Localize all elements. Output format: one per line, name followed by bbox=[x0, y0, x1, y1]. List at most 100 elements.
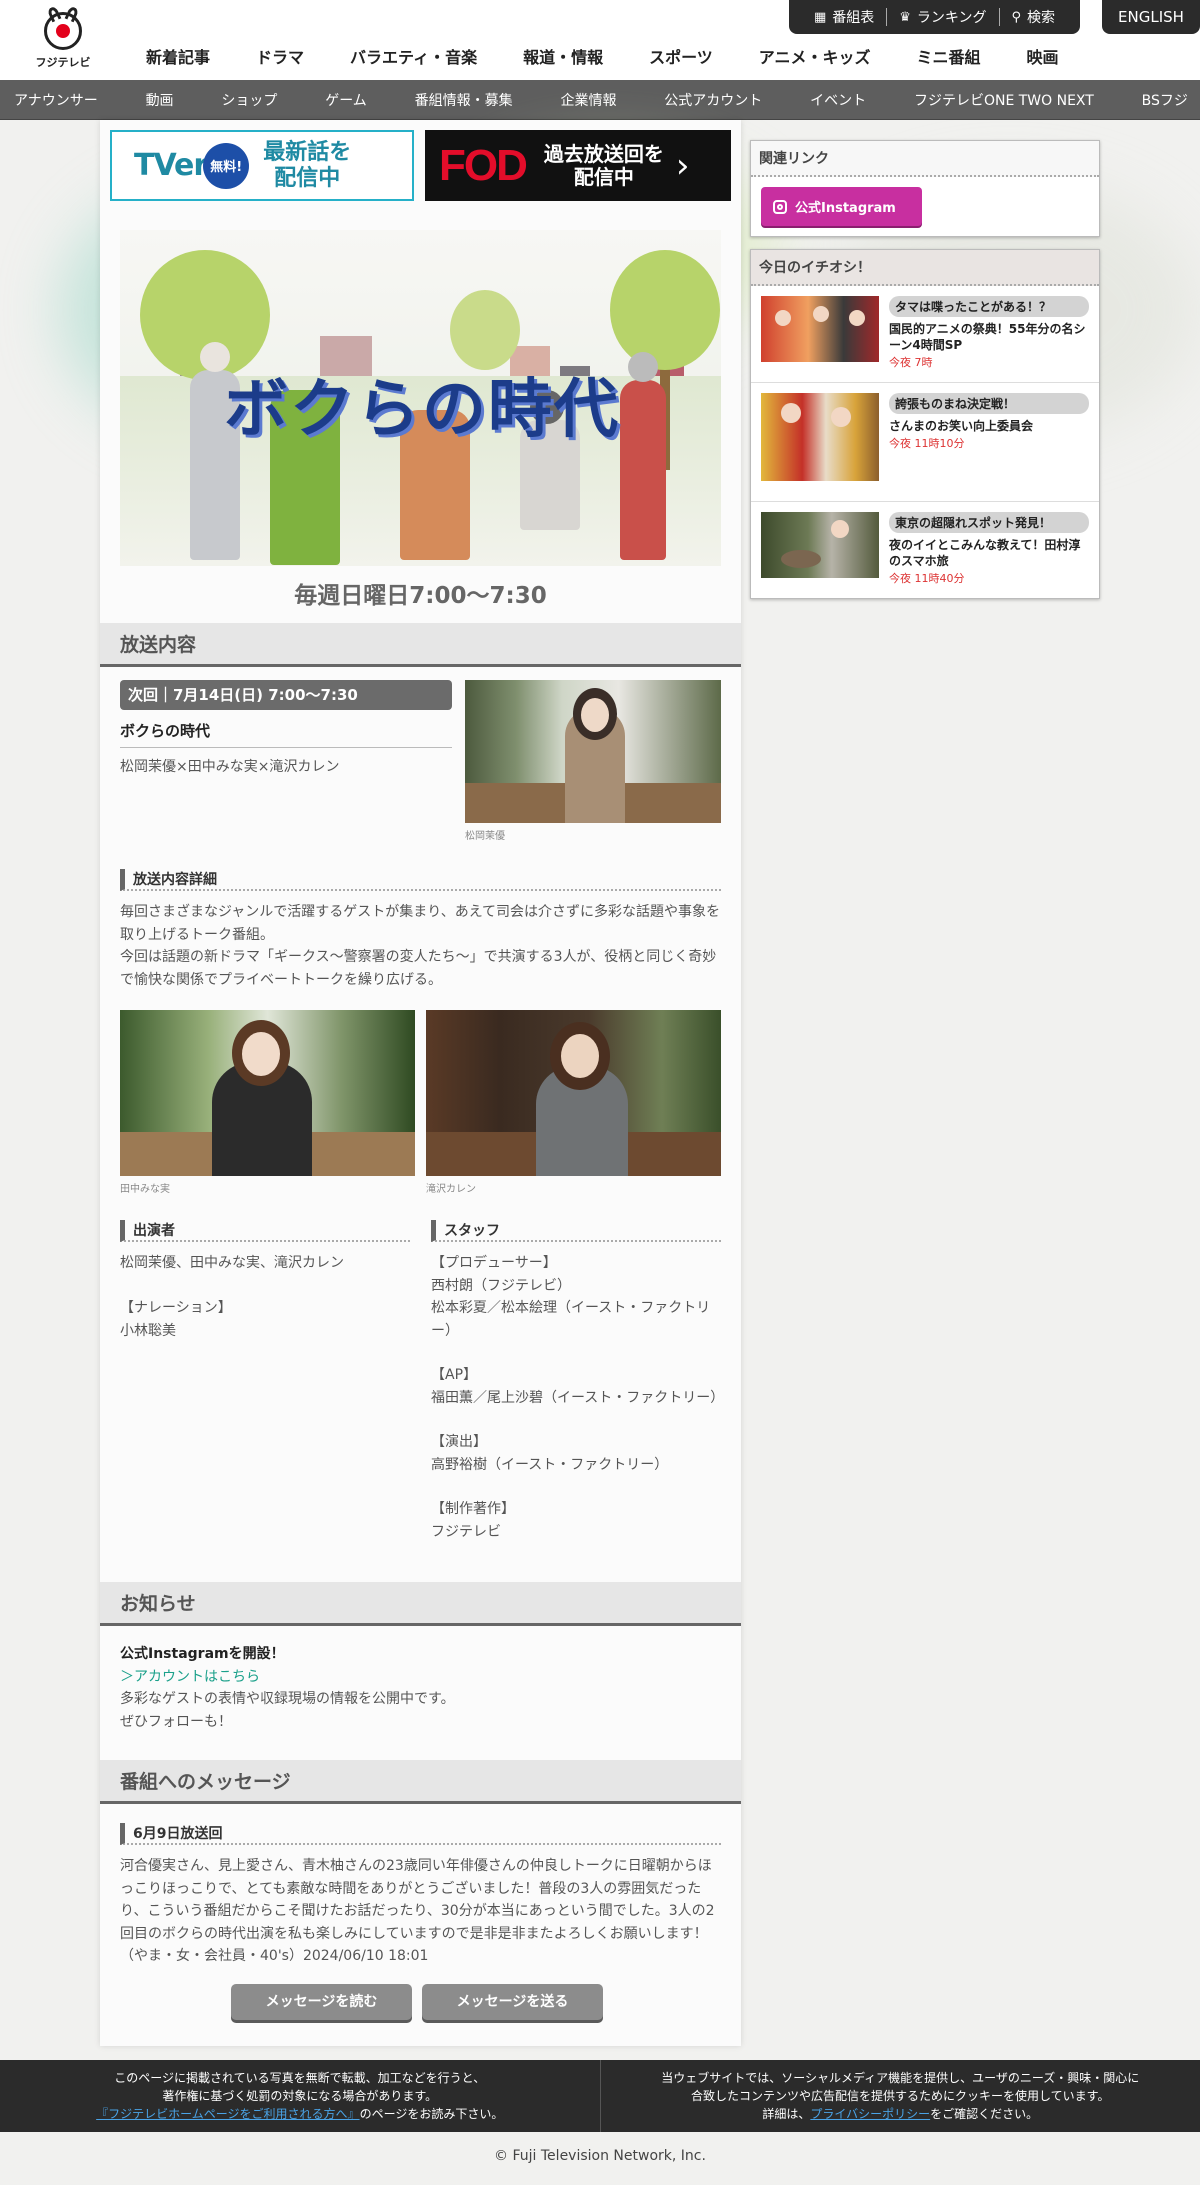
main-nav: 新着記事 ドラマ バラエティ・音楽 報道・情報 スポーツ アニメ・キッズ ミニ番… bbox=[146, 44, 1105, 68]
pick-item[interactable]: 誇張ものまね決定戦！ さんまのお笑い向上委員会 今夜 11時10分 bbox=[751, 383, 1099, 502]
staff-line: 高野裕樹（イースト・ファクトリー） bbox=[431, 1456, 669, 1473]
staff-spacer bbox=[431, 1476, 721, 1498]
instagram-button-label: 公式Instagram bbox=[795, 201, 896, 216]
logo-eye-icon bbox=[56, 24, 70, 38]
search-link[interactable]: ⚲ 検索 bbox=[998, 8, 1068, 26]
instagram-account-link[interactable]: ＞アカウントはこちら bbox=[120, 1669, 260, 1685]
nav-item-mini[interactable]: ミニ番組 bbox=[916, 44, 980, 68]
nav-item-drama[interactable]: ドラマ bbox=[256, 44, 304, 68]
guest-photo-tanaka bbox=[120, 1010, 415, 1176]
guest-photo-takizawa bbox=[426, 1010, 721, 1176]
thumb-face bbox=[781, 403, 801, 423]
pick-item[interactable]: 東京の超隠れスポット発見！ 夜のイイとこみんな教えて！田村淳のスマホ旅 今夜 1… bbox=[751, 502, 1099, 598]
fod-text: 過去放送回を 配信中 bbox=[543, 141, 664, 189]
kv-tree bbox=[610, 250, 720, 370]
fod-line-1: 過去放送回を bbox=[543, 141, 664, 166]
fujitv-logo[interactable]: フジテレビ bbox=[30, 5, 96, 70]
pick-name: 夜のイイとこみんな教えて！田村淳のスマホ旅 bbox=[889, 538, 1081, 568]
instagram-button[interactable]: 公式Instagram bbox=[761, 187, 922, 226]
fod-brand: FOD bbox=[439, 140, 528, 190]
airtime: 毎週日曜日7:00〜7:30 bbox=[294, 583, 547, 609]
sub-nav-event[interactable]: イベント bbox=[810, 90, 866, 110]
main-column: TVer 無料! 最新話を 配信中 FOD 過去放送回を 配信中 › ボクらの時… bbox=[100, 120, 741, 2046]
nav-item-variety[interactable]: バラエティ・音楽 bbox=[350, 44, 477, 68]
footer-notices: このページに掲載されている写真を無断で転載、加工などを行うと、 著作権に基づく処… bbox=[0, 2060, 1200, 2132]
sub-nav-bsfuji[interactable]: BSフジ bbox=[1142, 90, 1188, 110]
sub-nav-corporate[interactable]: 企業情報 bbox=[560, 90, 616, 110]
section-heading-messages: 番組へのメッセージ bbox=[100, 1760, 741, 1804]
tver-line-1: 最新話を bbox=[263, 140, 352, 166]
thumb-face bbox=[831, 520, 849, 538]
tver-banner[interactable]: TVer 無料! 最新話を 配信中 bbox=[110, 130, 414, 201]
thumb-manhole bbox=[781, 550, 821, 568]
sub-nav-program-info[interactable]: 番組情報・募集 bbox=[415, 90, 513, 110]
tver-brand: TVer bbox=[134, 148, 208, 183]
message-episode: 6月9日放送回 bbox=[120, 1823, 721, 1845]
nav-item-anime[interactable]: アニメ・キッズ bbox=[759, 44, 871, 68]
todays-picks-heading: 今日のイチオシ！ bbox=[751, 250, 1099, 286]
fod-banner[interactable]: FOD 過去放送回を 配信中 › bbox=[425, 130, 731, 201]
ranking-link[interactable]: ♛ ランキング bbox=[886, 8, 998, 26]
schedule-link[interactable]: ▦ 番組表 bbox=[802, 8, 886, 27]
staff-line: 【演出】 bbox=[431, 1434, 487, 1450]
copyright-notice: このページに掲載されている写真を無断で転載、加工などを行うと、 著作権に基づく処… bbox=[0, 2060, 600, 2132]
pick-time: 今夜 11時40分 bbox=[889, 572, 965, 585]
photo-caption: 松岡茉優 bbox=[465, 831, 505, 842]
send-message-button[interactable]: メッセージを送る bbox=[422, 1984, 603, 2020]
streaming-banners: TVer 無料! 最新話を 配信中 FOD 過去放送回を 配信中 › bbox=[110, 130, 731, 201]
thumb-face bbox=[813, 306, 829, 322]
kv-figure bbox=[620, 380, 666, 560]
side-column: 関連リンク 公式Instagram 今日のイチオシ！ タマは喋ったことがある！？… bbox=[750, 140, 1100, 599]
nav-item-movie[interactable]: 映画 bbox=[1026, 44, 1058, 68]
ranking-label: ランキング bbox=[916, 10, 987, 26]
pick-item[interactable]: タマは喋ったことがある！？ 国民的アニメの祭典！55年分の名シーン4時間SP 今… bbox=[751, 286, 1099, 383]
detail-text-1: 毎回さまざまなジャンルで活躍するゲストが集まり、あえて司会は介さずに多彩な話題や… bbox=[120, 904, 721, 943]
next-broadcast-title: ボクらの時代 bbox=[120, 720, 452, 748]
logo-name: フジテレビ bbox=[35, 56, 91, 69]
section-heading-news: お知らせ bbox=[100, 1582, 741, 1626]
notice-line: をご確認ください。 bbox=[930, 2107, 1039, 2121]
sub-nav-video[interactable]: 動画 bbox=[146, 90, 174, 110]
sub-nav-official-accounts[interactable]: 公式アカウント bbox=[664, 90, 762, 110]
privacy-policy-link[interactable]: プライバシーポリシー bbox=[810, 2107, 930, 2121]
detail-text: 毎回さまざまなジャンルで活躍するゲストが集まり、あえて司会は介さずに多彩な話題や… bbox=[120, 901, 721, 991]
cookie-notice: 当ウェブサイトでは、ソーシャルメディア機能を提供し、ユーザのニーズ・興味・関心に… bbox=[599, 2060, 1200, 2132]
sub-nav-one-two-next[interactable]: フジテレビONE TWO NEXT bbox=[914, 90, 1094, 110]
notice-line: 詳細は、 bbox=[762, 2107, 811, 2121]
subheading-detail: 放送内容詳細 bbox=[120, 869, 721, 891]
crown-icon: ♛ bbox=[899, 9, 911, 25]
tver-line-2: 配信中 bbox=[274, 165, 341, 191]
staff-line: 福田薫／尾上沙碧（イースト・ファクトリー） bbox=[431, 1389, 725, 1406]
pick-name: さんまのお笑い向上委員会 bbox=[889, 419, 1034, 433]
narration-label: 【ナレーション】 bbox=[120, 1300, 232, 1316]
tver-text: 最新話を 配信中 bbox=[263, 140, 351, 191]
sub-nav-shop[interactable]: ショップ bbox=[221, 90, 277, 110]
nav-item-information[interactable]: 報道・情報 bbox=[523, 44, 603, 68]
nav-item-sports[interactable]: スポーツ bbox=[649, 44, 713, 68]
pick-info: タマは喋ったことがある！？ 国民的アニメの祭典！55年分の名シーン4時間SP 今… bbox=[889, 296, 1089, 370]
program-title-art: ボクらの時代 bbox=[224, 373, 620, 447]
nav-item-news[interactable]: 新着記事 bbox=[146, 44, 210, 68]
subheading-cast: 出演者 bbox=[120, 1220, 410, 1242]
news-title: 公式Instagramを開設！ bbox=[120, 1646, 285, 1662]
sub-nav-announcer[interactable]: アナウンサー bbox=[14, 90, 98, 110]
notice-line: 当ウェブサイトでは、ソーシャルメディア機能を提供し、ユーザのニーズ・興味・関心に bbox=[661, 2071, 1140, 2085]
terms-link[interactable]: 『フジテレビホームページをご利用される方へ』 bbox=[96, 2107, 359, 2121]
detail-text-2: 今回は話題の新ドラマ「ギークス〜警察署の変人たち〜」で共演する3人が、役柄と同じ… bbox=[120, 949, 717, 988]
tver-free-badge: 無料! bbox=[203, 142, 250, 189]
news-line-2: ぜひフォローも！ bbox=[120, 1713, 232, 1730]
todays-picks-box: 今日のイチオシ！ タマは喋ったことがある！？ 国民的アニメの祭典！55年分の名シ… bbox=[750, 249, 1100, 599]
news-body: 公式Instagramを開設！ ＞アカウントはこちら 多彩なゲストの表情や収録現… bbox=[120, 1643, 721, 1733]
staff-line: 【プロデューサー】 bbox=[431, 1255, 557, 1271]
logo-ear-icon bbox=[64, 5, 80, 23]
site-header: フジテレビ ▦ 番組表 ♛ ランキング ⚲ 検索 ENGLISH 新着記事 ドラマ バ… bbox=[0, 0, 1200, 80]
read-messages-button[interactable]: メッセージを読む bbox=[231, 1984, 412, 2020]
english-button[interactable]: ENGLISH bbox=[1102, 0, 1200, 34]
chevron-right-icon: › bbox=[675, 145, 690, 186]
cast-list: 松岡茉優、田中みな実、滝沢カレン 【ナレーション】 小林聡美 bbox=[120, 1252, 410, 1342]
schedule-label: 番組表 bbox=[832, 10, 875, 26]
thumb-face bbox=[831, 407, 851, 427]
related-links-heading: 関連リンク bbox=[751, 141, 1099, 177]
sub-nav-game[interactable]: ゲーム bbox=[325, 90, 367, 110]
message-body: 河合優実さん、見上愛さん、青木柚さんの23歳同い年俳優さんの仲良しトークに日曜朝… bbox=[120, 1858, 715, 1964]
